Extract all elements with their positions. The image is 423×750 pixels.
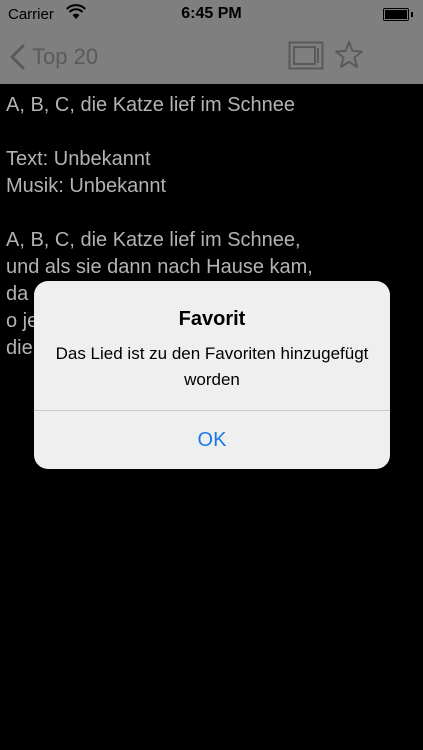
status-bar: Carrier 6:45 PM [0,0,423,30]
lyric-line: A, B, C, die Katze lief im Schnee, [6,229,301,251]
tv-icon[interactable] [288,41,324,71]
favorite-alert: Favorit Das Lied ist zu den Favoriten hi… [34,281,390,469]
chevron-left-icon [10,44,25,70]
back-button-label: Top 20 [32,44,99,69]
back-button[interactable]: Top 20 [8,42,98,72]
song-lyricist: Text: Unbekannt [6,148,151,170]
song-title: A, B, C, die Katze lief im Schnee [6,94,296,116]
status-time: 6:45 PM [181,5,242,22]
alert-title: Favorit [178,308,246,330]
navigation-bar: Top 20 [0,30,423,84]
alert-message: Das Lied ist zu den Favoriten hinzugefüg… [55,344,369,389]
lyric-line: und als sie dann nach Hause kam, [6,256,313,278]
battery-icon [383,8,413,21]
alert-ok-button[interactable]: OK [34,411,390,469]
star-icon[interactable] [333,39,365,71]
song-composer: Musik: Unbekannt [6,175,167,197]
